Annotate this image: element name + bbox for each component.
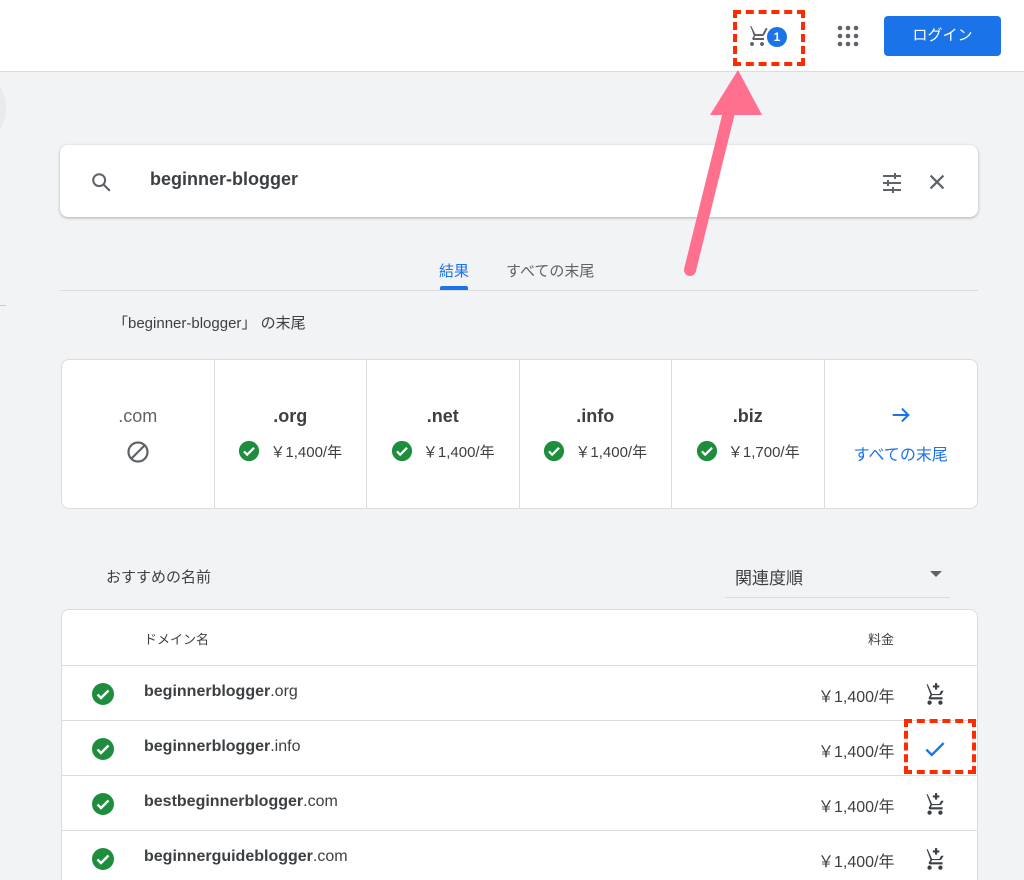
tld-price: ￥1,400/年 (575, 443, 648, 461)
domain-name: bestbeginnerblogger.com (144, 793, 338, 810)
domain-price: ￥1,400/年 (818, 799, 895, 816)
tld-name: .com (118, 406, 158, 426)
recommended-heading: おすすめの名前 (106, 569, 212, 586)
search-box[interactable]: beginner-blogger (60, 145, 978, 217)
all-suffixes-label: すべての末尾 (853, 447, 948, 464)
available-check-icon (391, 440, 412, 462)
divider (0, 305, 6, 306)
domain-name: beginnerblogger.info (144, 738, 301, 755)
apps-grid-icon (837, 25, 859, 47)
column-header-price: 料金 (868, 632, 895, 647)
close-icon[interactable] (926, 171, 948, 193)
sort-selected-value: 関連度順 (735, 569, 803, 588)
column-header-domain: ドメイン名 (144, 632, 210, 647)
domain-price: ￥1,400/年 (818, 854, 895, 871)
add-to-cart-icon[interactable] (922, 846, 948, 872)
available-check-icon (92, 738, 114, 760)
available-check-icon (92, 848, 114, 870)
tld-card-org[interactable]: .org ￥1,400/年 (215, 360, 367, 508)
tld-card-biz[interactable]: .biz ￥1,700/年 (672, 360, 825, 508)
tld-card-com: .com (62, 360, 215, 508)
tld-name: .info (576, 406, 615, 426)
available-check-icon (696, 440, 717, 462)
tld-card-net[interactable]: .net ￥1,400/年 (367, 360, 520, 508)
add-to-cart-icon[interactable] (922, 681, 948, 707)
tab-all-suffixes[interactable]: すべての末尾 (506, 260, 594, 281)
domain-name: beginnerguideblogger.com (144, 848, 348, 865)
tld-status: ￥1,400/年 (520, 440, 672, 462)
tld-name: .org (273, 406, 308, 426)
all-suffixes-link[interactable]: すべての末尾 (825, 360, 978, 508)
table-header: ドメイン名 料金 (62, 610, 977, 666)
domain-name: beginnerblogger.org (144, 683, 298, 700)
login-button[interactable]: ログイン (884, 16, 1001, 56)
tld-status: ￥1,400/年 (215, 440, 367, 462)
sort-dropdown[interactable]: 関連度順 (725, 556, 950, 598)
tld-status: ￥1,400/年 (367, 440, 519, 462)
available-check-icon (544, 440, 565, 462)
domain-table: ドメイン名 料金 beginnerblogger.org ￥1,400/年 be… (61, 609, 978, 880)
table-row[interactable]: beginnerblogger.org ￥1,400/年 (62, 666, 977, 721)
tld-price: ￥1,400/年 (422, 443, 495, 461)
tld-price: ￥1,400/年 (270, 443, 343, 461)
tld-panel: .com .org ￥1,400/年 .net ￥1,400/年 .info ￥… (61, 359, 978, 509)
tld-name: .biz (732, 406, 763, 426)
tab-results[interactable]: 結果 (439, 260, 469, 281)
tld-name: .net (426, 406, 459, 426)
highlight-box (904, 719, 976, 774)
table-row[interactable]: beginnerblogger.info ￥1,400/年 (62, 721, 977, 776)
filter-settings-icon[interactable] (880, 171, 904, 195)
tld-card-info[interactable]: .info ￥1,400/年 (520, 360, 672, 508)
dropdown-caret-icon (930, 571, 942, 577)
tld-status: ￥1,700/年 (672, 440, 824, 462)
side-panel-edge (0, 80, 6, 136)
add-to-cart-icon[interactable] (922, 791, 948, 817)
tld-status (62, 440, 214, 464)
domain-price: ￥1,400/年 (818, 689, 895, 706)
table-row[interactable]: bestbeginnerblogger.com ￥1,400/年 (62, 776, 977, 831)
available-check-icon (92, 793, 114, 815)
arrow-right-icon (825, 404, 978, 431)
highlight-box (733, 10, 805, 66)
top-bar: 1 ログイン (0, 0, 1024, 72)
unavailable-icon (127, 441, 149, 463)
table-row[interactable]: beginnerguideblogger.com ￥1,400/年 (62, 831, 977, 880)
search-icon[interactable] (90, 171, 112, 193)
suffix-heading: 「beginner-blogger」 の末尾 (113, 315, 306, 332)
tld-price: ￥1,700/年 (727, 443, 800, 461)
domain-price: ￥1,400/年 (818, 744, 895, 761)
apps-button[interactable] (836, 24, 860, 48)
search-input[interactable]: beginner-blogger (150, 169, 298, 190)
available-check-icon (92, 683, 114, 705)
available-check-icon (239, 440, 260, 462)
tabs-divider (60, 290, 978, 291)
annotation-arrow-icon (684, 70, 762, 276)
